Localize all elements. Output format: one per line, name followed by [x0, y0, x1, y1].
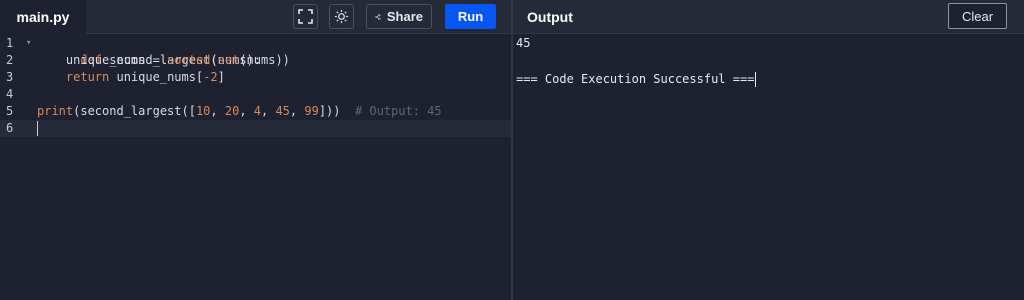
- code-text: ,: [239, 104, 254, 118]
- line-number: 5: [6, 104, 14, 118]
- code-editor[interactable]: 1 ▾ def second_largest(nums): 2 unique_n…: [0, 34, 511, 300]
- code-text: ,: [261, 104, 276, 118]
- code-line: 2 unique_nums = sorted(set(nums)): [0, 52, 511, 69]
- theme-toggle-button[interactable]: [329, 4, 354, 29]
- code-text: (nums)): [239, 53, 290, 67]
- code-comment: # Output: 45: [354, 104, 442, 118]
- line-number: 6: [6, 121, 14, 135]
- keyword: return: [65, 70, 110, 84]
- output-panel: 45 === Code Execution Successful ===: [516, 34, 1016, 300]
- code-text: ]: [217, 70, 225, 84]
- line-number: 2: [6, 53, 14, 67]
- file-tab-label: main.py: [16, 9, 70, 25]
- number-literal: 4: [253, 104, 261, 118]
- code-line: 3 return unique_nums[-2]: [0, 69, 511, 86]
- output-success-text: === Code Execution Successful ===: [516, 72, 755, 86]
- run-button[interactable]: Run: [445, 4, 496, 29]
- pane-divider[interactable]: [511, 0, 513, 300]
- share-label: Share: [386, 9, 423, 24]
- builtin: set: [217, 53, 240, 67]
- share-button[interactable]: Share: [366, 4, 432, 29]
- code-line: 1 ▾ def second_largest(nums):: [0, 35, 511, 67]
- code-text: (: [210, 53, 218, 67]
- text-cursor: [37, 121, 38, 136]
- code-text: ,: [289, 104, 305, 118]
- builtin: print: [37, 104, 74, 118]
- builtin: sorted: [167, 53, 211, 67]
- output-line: === Code Execution Successful ===: [516, 71, 757, 88]
- line-number: 1: [6, 36, 14, 50]
- number-literal: 45: [275, 104, 290, 118]
- number-literal: 10: [195, 104, 211, 118]
- code-text: (second_largest([: [73, 104, 196, 118]
- number-literal: -2: [203, 70, 218, 84]
- file-tab[interactable]: main.py: [0, 0, 86, 34]
- output-line: 45: [516, 36, 531, 50]
- clear-button[interactable]: Clear: [948, 3, 1007, 29]
- fullscreen-button[interactable]: [293, 4, 318, 29]
- code-line-active: 6: [0, 120, 511, 137]
- line-number: 4: [6, 87, 14, 101]
- code-line: 5 print(second_largest([10, 20, 4, 45, 9…: [0, 103, 511, 120]
- code-text: ,: [210, 104, 225, 118]
- output-title: Output: [527, 8, 573, 25]
- sun-icon: [334, 9, 349, 24]
- code-text: ])): [318, 104, 355, 118]
- clear-label: Clear: [961, 8, 994, 24]
- number-literal: 20: [224, 104, 240, 118]
- code-text: unique_nums =: [37, 53, 168, 67]
- fullscreen-icon: [298, 9, 313, 24]
- code-text: unique_nums[: [109, 70, 204, 84]
- number-literal: 99: [304, 104, 319, 118]
- share-icon: [375, 13, 381, 20]
- code-line: 4: [0, 86, 511, 103]
- fold-arrow-icon[interactable]: ▾: [26, 35, 31, 52]
- run-label: Run: [457, 9, 484, 24]
- line-number: 3: [6, 70, 14, 84]
- text-cursor: [755, 72, 757, 87]
